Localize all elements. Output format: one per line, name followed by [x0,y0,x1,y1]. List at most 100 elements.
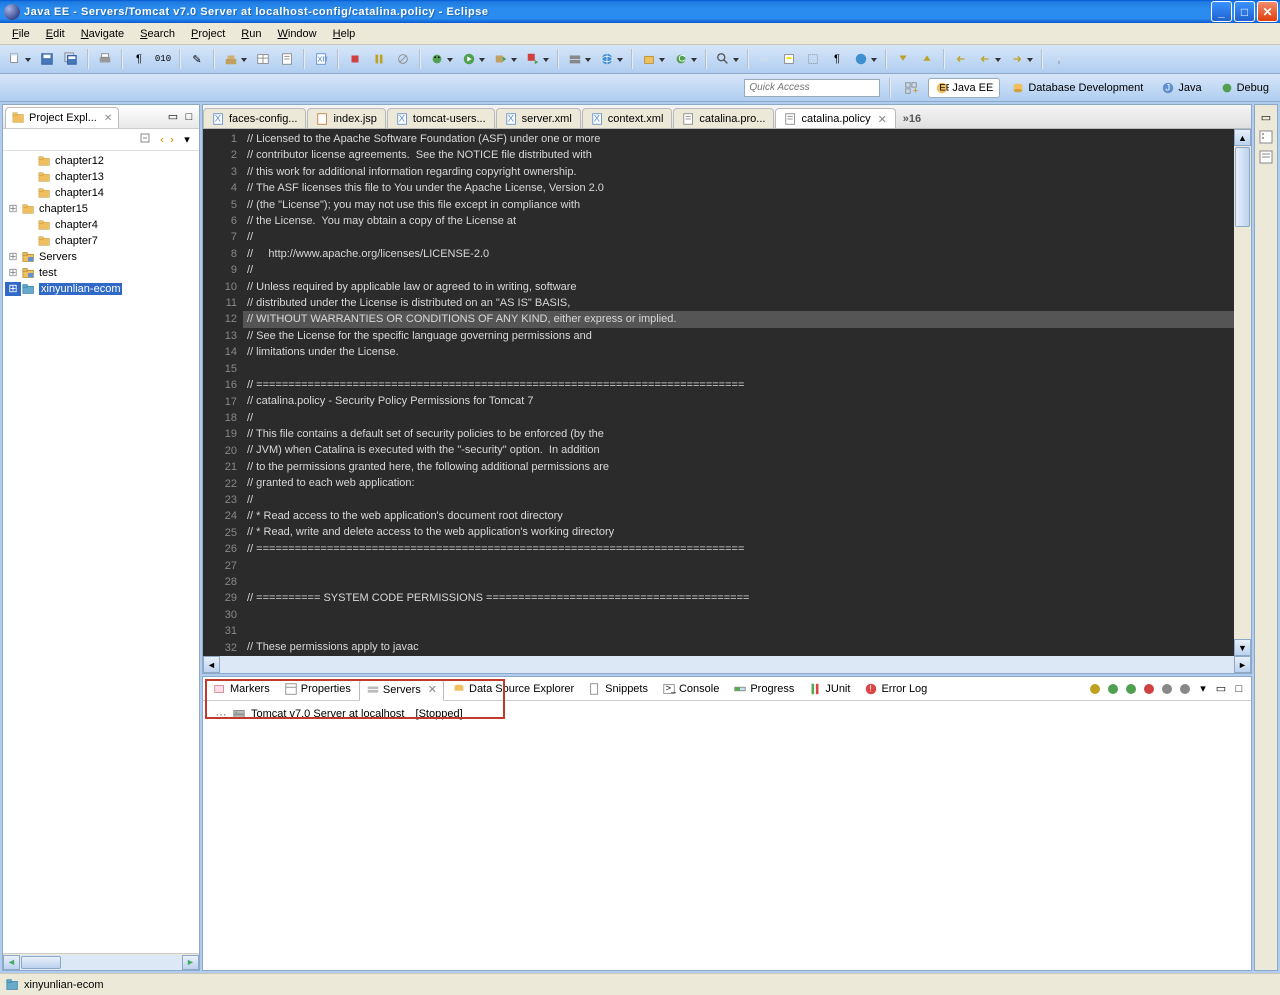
server-stop-icon[interactable] [1141,681,1157,697]
server-debug-icon[interactable] [1105,681,1121,697]
restore-button[interactable]: ▭ [1258,109,1274,125]
menu-file[interactable]: File [4,26,38,42]
tree-item-chapter12[interactable]: chapter12 [5,153,197,169]
tree-item-xinyunlian-ecom[interactable]: ⊞xinyunlian-ecom [5,281,197,297]
tree-item-servers[interactable]: ⊞Servers [5,249,197,265]
forward-button[interactable] [1006,48,1028,70]
server-publish-icon[interactable] [1159,681,1175,697]
bottom-tab-snippets[interactable]: Snippets [582,679,654,699]
editor-tab-catalina-policy[interactable]: catalina.policy✕ [775,108,895,129]
pin-button[interactable] [1048,48,1070,70]
run-last-button[interactable] [490,48,512,70]
suspend-button[interactable] [368,48,390,70]
editor-tab-context-xml[interactable]: Xcontext.xml [582,108,673,129]
bottom-tab-console[interactable]: >_Console [656,679,725,699]
vertical-scrollbar[interactable]: ▲ ▼ [1234,129,1251,656]
skip-button[interactable] [392,48,414,70]
whitespace-button[interactable]: ¶ [128,48,150,70]
maximize-view-button[interactable]: □ [181,109,197,125]
build-button[interactable] [220,48,242,70]
globe-button[interactable] [596,48,618,70]
bottom-tab-servers[interactable]: Servers✕ [359,679,444,701]
server-clean-icon[interactable] [1177,681,1193,697]
perspective-java[interactable]: JJava [1154,78,1208,98]
save-button[interactable] [36,48,58,70]
server-run-icon[interactable] [1123,681,1139,697]
terminate-button[interactable] [344,48,366,70]
search-button[interactable] [712,48,734,70]
menu-run[interactable]: Run [233,26,269,42]
bottom-tab-error-log[interactable]: !Error Log [858,679,933,699]
menu-navigate[interactable]: Navigate [73,26,132,42]
menu-search[interactable]: Search [132,26,183,42]
prev-annotation-button[interactable] [916,48,938,70]
servers-view-body[interactable]: ⋯ Tomcat v7.0 Server at localhost [Stopp… [203,701,1251,970]
block-selection-button[interactable] [802,48,824,70]
perspective-database-development[interactable]: Database Development [1004,78,1150,98]
project-explorer-tab[interactable]: Project Expl... ✕ [5,107,119,128]
editor-tab-server-xml[interactable]: Xserver.xml [496,108,581,129]
quick-access-input[interactable] [744,79,880,97]
next-annotation-button[interactable] [892,48,914,70]
tree-item-chapter15[interactable]: ⊞chapter15 [5,201,197,217]
editor-tab-tomcat-users-[interactable]: Xtomcat-users... [387,108,495,129]
tree-item-chapter13[interactable]: chapter13 [5,169,197,185]
minimize-icon[interactable]: ▭ [1213,681,1229,697]
editor-horizontal-scrollbar[interactable]: ◄► [203,656,1251,673]
tree-item-chapter4[interactable]: chapter4 [5,217,197,233]
debug-button[interactable] [426,48,448,70]
last-edit-button[interactable] [950,48,972,70]
tree-item-chapter14[interactable]: chapter14 [5,185,197,201]
editor-tab-catalina-pro-[interactable]: catalina.pro... [673,108,774,129]
minimize-view-button[interactable]: ▭ [165,109,181,125]
print-button[interactable] [94,48,116,70]
xml-button[interactable]: xml [310,48,332,70]
editor-body[interactable]: 1234567891011121314151617181920212223242… [203,129,1251,656]
toggle-breadcrumb-button[interactable] [754,48,776,70]
editor-tab-faces-config-[interactable]: Xfaces-config... [203,108,306,129]
new-button[interactable] [4,48,26,70]
maximize-button[interactable]: □ [1234,1,1255,22]
server-button[interactable] [564,48,586,70]
tree-item-test[interactable]: ⊞test [5,265,197,281]
external-tools-button[interactable] [522,48,544,70]
minimize-button[interactable]: _ [1211,1,1232,22]
bottom-tab-progress[interactable]: Progress [727,679,800,699]
open-perspective-button[interactable]: + [900,77,922,99]
collapse-all-button[interactable] [139,132,155,148]
close-button[interactable]: ✕ [1257,1,1278,22]
bottom-tab-properties[interactable]: Properties [278,679,357,699]
perspective-debug[interactable]: Debug [1213,78,1276,98]
bottom-tab-markers[interactable]: Markers [207,679,276,699]
tree-item-chapter7[interactable]: chapter7 [5,233,197,249]
view-menu-button[interactable]: ▾ [179,132,195,148]
show-whitespace-button[interactable]: ¶ [826,48,848,70]
close-icon[interactable]: ✕ [104,113,112,124]
menu-project[interactable]: Project [183,26,233,42]
menu-help[interactable]: Help [325,26,364,42]
horizontal-scrollbar[interactable]: ◄ ► [3,953,199,970]
binary-button[interactable]: 010 [152,48,174,70]
table-button[interactable] [252,48,274,70]
server-entry[interactable]: ⋯ Tomcat v7.0 Server at localhost [Stopp… [211,705,1243,723]
back-button[interactable] [974,48,996,70]
server-profile-icon[interactable] [1087,681,1103,697]
new-class-button[interactable]: C [670,48,692,70]
maximize-icon[interactable]: □ [1231,681,1247,697]
bottom-tab-junit[interactable]: JUnit [802,679,856,699]
perspective-java-ee[interactable]: EEJava EE [928,78,1000,98]
web-browser-button[interactable] [850,48,872,70]
link-editor-button[interactable] [159,132,175,148]
save-all-button[interactable] [60,48,82,70]
outline-icon[interactable] [1258,129,1274,145]
wand-button[interactable]: ✎ [186,48,208,70]
project-tree[interactable]: chapter12chapter13chapter14⊞chapter15cha… [3,151,199,953]
new-package-button[interactable] [638,48,660,70]
tasklist-icon[interactable] [1258,149,1274,165]
report-button[interactable] [276,48,298,70]
editor-tab-overflow[interactable]: »16 [897,110,927,128]
code-content[interactable]: // Licensed to the Apache Software Found… [243,129,1234,656]
editor-tab-index-jsp[interactable]: index.jsp [307,108,385,129]
menu-window[interactable]: Window [269,26,324,42]
run-button[interactable] [458,48,480,70]
